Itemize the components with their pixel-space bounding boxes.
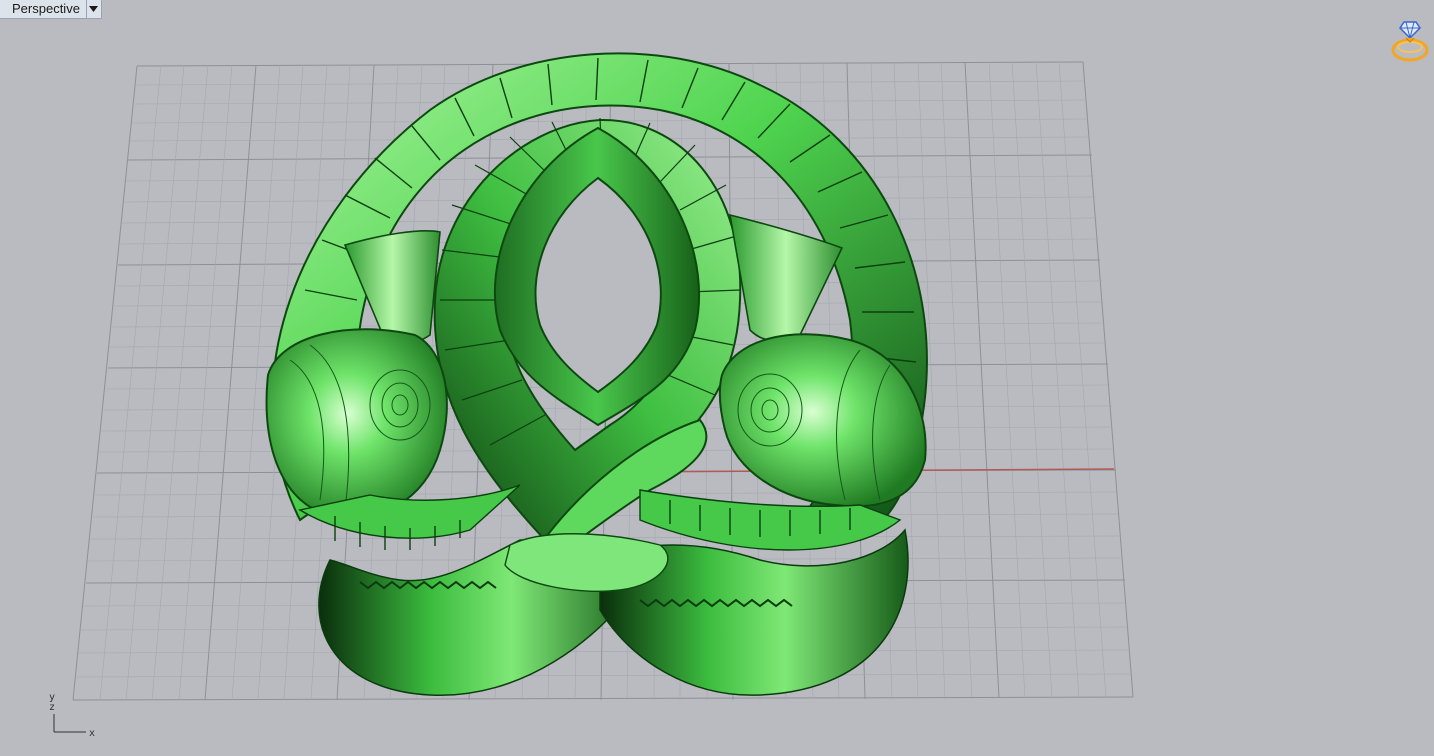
viewport-title-tab[interactable]: Perspective [0, 0, 102, 19]
axis-z-label: z [49, 702, 55, 713]
left-head [265, 328, 448, 519]
viewport-title[interactable]: Perspective [0, 0, 86, 18]
axis-indicator: x y z [49, 692, 95, 738]
ring-model[interactable] [265, 52, 928, 696]
perspective-viewport[interactable]: Perspective x y z [0, 0, 1434, 756]
viewport-menu-button[interactable] [85, 0, 101, 18]
viewport-canvas[interactable] [0, 0, 1434, 756]
dropdown-arrow-icon [89, 6, 99, 12]
axis-x-label: x [89, 728, 95, 738]
ring-gem-icon[interactable] [1390, 18, 1430, 64]
